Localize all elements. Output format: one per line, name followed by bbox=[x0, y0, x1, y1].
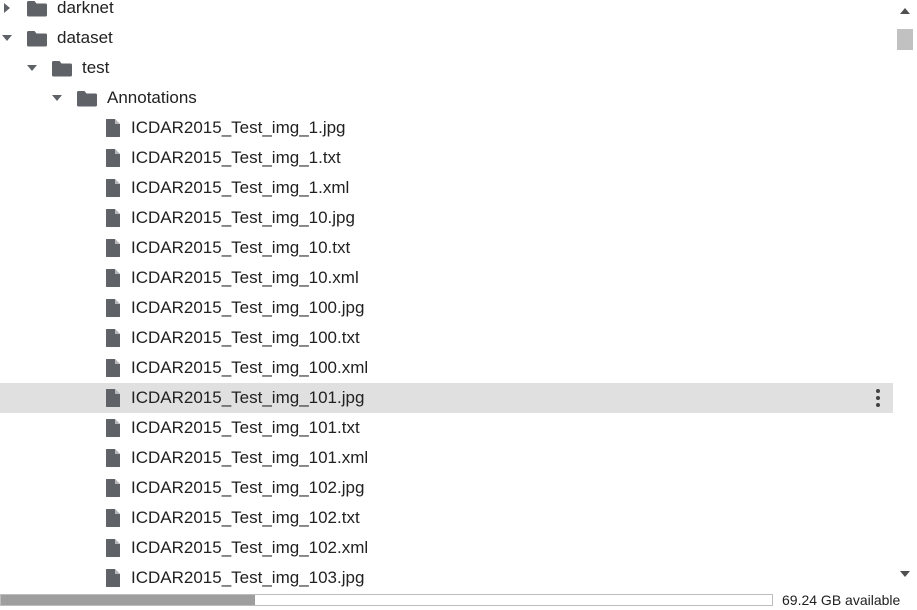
file-row[interactable]: ICDAR2015_Test_img_10.txt bbox=[0, 233, 893, 263]
file-icon bbox=[101, 359, 125, 377]
file-name: ICDAR2015_Test_img_1.jpg bbox=[131, 118, 346, 137]
file-name: ICDAR2015_Test_img_102.txt bbox=[131, 508, 360, 527]
caret-down-icon[interactable] bbox=[0, 31, 14, 45]
file-icon bbox=[101, 449, 125, 467]
file-icon bbox=[101, 299, 125, 317]
file-row[interactable]: ICDAR2015_Test_img_102.jpg bbox=[0, 473, 893, 503]
file-icon bbox=[101, 419, 125, 437]
file-name: ICDAR2015_Test_img_10.xml bbox=[131, 268, 359, 287]
folder-icon bbox=[25, 29, 49, 47]
file-row[interactable]: ICDAR2015_Test_img_10.xml bbox=[0, 263, 893, 293]
file-name: ICDAR2015_Test_img_100.jpg bbox=[131, 298, 365, 317]
disk-usage-footer: 69.24 GB available bbox=[0, 590, 917, 610]
folder-row[interactable]: darknet bbox=[0, 0, 893, 23]
file-icon bbox=[101, 569, 125, 587]
file-name: ICDAR2015_Test_img_10.jpg bbox=[131, 208, 355, 227]
file-row[interactable]: ICDAR2015_Test_img_101.txt bbox=[0, 413, 893, 443]
file-icon bbox=[101, 179, 125, 197]
file-row[interactable]: ICDAR2015_Test_img_1.txt bbox=[0, 143, 893, 173]
file-row[interactable]: ICDAR2015_Test_img_100.xml bbox=[0, 353, 893, 383]
caret-down-icon[interactable] bbox=[50, 91, 64, 105]
file-icon bbox=[101, 149, 125, 167]
file-row[interactable]: ICDAR2015_Test_img_103.jpg bbox=[0, 563, 893, 590]
file-name: ICDAR2015_Test_img_102.xml bbox=[131, 538, 369, 557]
more-vert-icon[interactable] bbox=[871, 388, 885, 408]
folder-icon bbox=[25, 0, 49, 17]
file-icon bbox=[101, 479, 125, 497]
file-row[interactable]: ICDAR2015_Test_img_101.jpg bbox=[0, 383, 893, 413]
file-name: ICDAR2015_Test_img_1.xml bbox=[131, 178, 350, 197]
file-icon bbox=[101, 329, 125, 347]
file-icon bbox=[101, 539, 125, 557]
file-icon bbox=[101, 389, 125, 407]
disk-usage-bar bbox=[0, 594, 773, 606]
file-name: ICDAR2015_Test_img_10.txt bbox=[131, 238, 351, 257]
folder-row[interactable]: test bbox=[0, 53, 893, 83]
file-name: ICDAR2015_Test_img_101.txt bbox=[131, 418, 360, 437]
folder-row[interactable]: Annotations bbox=[0, 83, 893, 113]
file-name: ICDAR2015_Test_img_100.xml bbox=[131, 358, 369, 377]
disk-available-label: 69.24 GB available bbox=[782, 592, 901, 608]
folder-row[interactable]: dataset bbox=[0, 23, 893, 53]
file-icon bbox=[101, 509, 125, 527]
scroll-down-arrow-icon[interactable] bbox=[900, 571, 910, 577]
scroll-up-arrow-icon[interactable] bbox=[900, 8, 910, 14]
file-row[interactable]: ICDAR2015_Test_img_1.jpg bbox=[0, 113, 893, 143]
file-row[interactable]: ICDAR2015_Test_img_10.jpg bbox=[0, 203, 893, 233]
file-name: ICDAR2015_Test_img_1.txt bbox=[131, 148, 341, 167]
file-name: ICDAR2015_Test_img_103.jpg bbox=[131, 568, 365, 587]
folder-icon bbox=[75, 89, 99, 107]
file-row[interactable]: ICDAR2015_Test_img_100.txt bbox=[0, 323, 893, 353]
scrollbar-thumb[interactable] bbox=[897, 29, 913, 50]
file-row[interactable]: ICDAR2015_Test_img_1.xml bbox=[0, 173, 893, 203]
folder-icon bbox=[50, 59, 74, 77]
file-row[interactable]: ICDAR2015_Test_img_101.xml bbox=[0, 443, 893, 473]
file-icon bbox=[101, 239, 125, 257]
folder-name: Annotations bbox=[107, 88, 197, 107]
file-name: ICDAR2015_Test_img_101.jpg bbox=[131, 388, 365, 407]
file-name: ICDAR2015_Test_img_101.xml bbox=[131, 448, 369, 467]
file-row[interactable]: ICDAR2015_Test_img_100.jpg bbox=[0, 293, 893, 323]
caret-down-icon[interactable] bbox=[25, 61, 39, 75]
caret-right-icon[interactable] bbox=[0, 1, 14, 15]
vertical-scrollbar[interactable] bbox=[893, 0, 917, 590]
file-browser-tree: darknet dataset test Annotations ICDAR2015_T… bbox=[0, 0, 893, 590]
folder-name: dataset bbox=[57, 28, 113, 47]
file-icon bbox=[101, 209, 125, 227]
file-name: ICDAR2015_Test_img_100.txt bbox=[131, 328, 360, 347]
file-row[interactable]: ICDAR2015_Test_img_102.xml bbox=[0, 533, 893, 563]
file-name: ICDAR2015_Test_img_102.jpg bbox=[131, 478, 365, 497]
disk-usage-fill bbox=[1, 595, 256, 605]
folder-name: test bbox=[82, 58, 110, 77]
folder-name: darknet bbox=[57, 0, 114, 17]
file-icon bbox=[101, 119, 125, 137]
file-row[interactable]: ICDAR2015_Test_img_102.txt bbox=[0, 503, 893, 533]
file-icon bbox=[101, 269, 125, 287]
